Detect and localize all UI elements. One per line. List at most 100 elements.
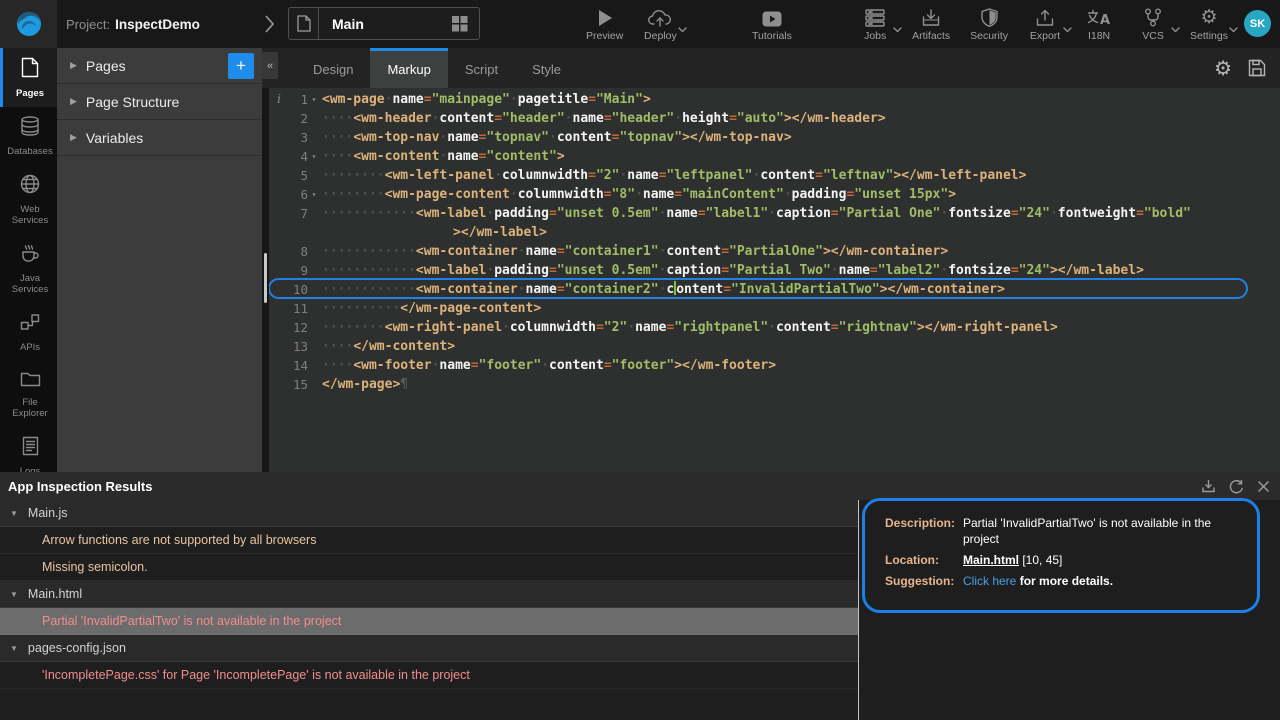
explorer-section-label: Variables [86,130,143,146]
click-here-link[interactable]: Click here [963,574,1016,588]
tab-markup[interactable]: Markup [370,48,447,88]
inspection-group-pages-config-json[interactable]: ▼pages-config.json [0,635,858,662]
topbar-action-security[interactable]: Security [970,7,1008,42]
explorer-section-pages[interactable]: ▶Pages+ [57,48,262,84]
code-text: ····<wm-footer·name="footer"·content="fo… [320,356,776,375]
code-line[interactable]: 12········<wm-right-panel·columnwidth="2… [262,318,1280,337]
code-line[interactable]: 15</wm-page>¶ [262,375,1280,394]
markup-settings-gear-icon[interactable]: ⚙ [1214,58,1232,78]
inspection-result-row[interactable]: 'IncompletePage.css' for Page 'Incomplet… [0,662,858,689]
code-line[interactable]: 3····<wm-top-nav·name="topnav"·content="… [262,128,1280,147]
code-line[interactable]: 5 ········<wm-left-panel·columnwidth="2"·… [262,166,1280,185]
wavemaker-logo[interactable] [0,0,57,48]
editor-toolbar: ⚙ [1214,48,1266,88]
topbar-action-artifacts[interactable]: Artifacts [912,7,950,42]
location-file-link[interactable]: Main.html [963,553,1019,567]
tab-script[interactable]: Script [448,48,515,88]
suggestion-text: for more details. [1020,574,1113,588]
topbar-action-vcs[interactable]: VCS [1136,7,1170,42]
inspection-group-main-js[interactable]: ▼Main.js [0,500,858,527]
shield-icon [981,7,998,27]
topbar-action-preview[interactable]: Preview [586,7,623,42]
location-position: [10, 45] [1022,553,1062,567]
code-line[interactable]: 9············<wm-label·padding="unset 0.… [262,261,1280,280]
description-label: Description: [885,515,963,547]
refresh-icon[interactable] [1229,479,1244,494]
fold-arrow-icon[interactable]: ▾ [308,147,320,166]
fold-arrow-icon [308,356,320,375]
line-number [286,223,308,242]
location-label: Location: [885,552,963,568]
page-selector[interactable]: Main [288,7,480,40]
fold-arrow-icon[interactable]: ▾ [308,185,320,204]
explorer-section-variables[interactable]: ▶Variables [57,120,262,156]
inspection-group-main-html[interactable]: ▼Main.html [0,581,858,608]
line-number: 3 [286,128,308,147]
code-text: ></wm-label> [320,223,547,242]
code-line[interactable]: i1▾<wm-page·name="mainpage"·pagetitle="M… [262,90,1280,109]
sidebar-item-web-services[interactable]: Web Services [0,165,57,234]
code-line[interactable]: 13····</wm-content> [262,337,1280,356]
tab-style[interactable]: Style [515,48,578,88]
code-line[interactable]: 14····<wm-footer·name="footer"·content="… [262,356,1280,375]
topbar-action-jobs[interactable]: Jobs [858,7,892,42]
line-number: 5 [286,166,308,185]
chevron-down-icon [893,20,902,38]
topbar-action-settings[interactable]: ⚙Settings [1190,7,1228,42]
explorer-section-label: Page Structure [86,94,179,110]
code-text: ············<wm-label·padding="unset 0.5… [320,204,1191,223]
code-line[interactable]: 8············<wm-container·name="contain… [262,242,1280,261]
tool-actions: Jobs Artifacts Security Export AI18N VCS ⚙Sett… [858,7,1228,42]
tab-design[interactable]: Design [296,48,370,88]
code-line[interactable]: ></wm-label> [262,223,1280,242]
code-text: ··········</wm-page-content> [320,299,541,318]
code-line[interactable]: 6▾········<wm-page-content·columnwidth="… [262,185,1280,204]
code-editor[interactable]: i1▾<wm-page·name="mainpage"·pagetitle="M… [262,88,1280,472]
topbar-action-label: Preview [586,30,623,42]
user-avatar[interactable]: SK [1244,10,1271,37]
code-line[interactable]: 4▾····<wm-content·name="content"> [262,147,1280,166]
inspection-result-row[interactable]: Partial 'InvalidPartialTwo' is not avail… [0,608,858,635]
topbar-action-label: Settings [1190,30,1228,42]
topbar-action-i18n[interactable]: AI18N [1082,7,1116,42]
scrollbar-thumb[interactable] [264,253,267,303]
explorer-section-label: Pages [86,58,126,74]
gutter-info-icon [272,356,286,375]
sidebar-item-label: File Explorer [3,397,57,419]
topbar-action-label: Deploy [644,30,677,42]
topbar-action-export[interactable]: Export [1028,7,1062,42]
sidebar-item-file-explorer[interactable]: File Explorer [0,361,57,427]
add-page-button[interactable]: + [228,53,254,79]
gutter-info-icon [272,375,286,394]
topbar-action-tutorials[interactable]: Tutorials [752,7,792,42]
download-icon[interactable] [1201,479,1216,494]
fold-arrow-icon[interactable]: ▾ [308,90,320,109]
explorer-section-page-structure[interactable]: ▶Page Structure [57,84,262,120]
description-value: Partial 'InvalidPartialTwo' is not avail… [963,515,1243,547]
save-icon[interactable] [1248,59,1266,77]
gutter-info-icon [272,261,286,280]
topbar-action-deploy[interactable]: Deploy [643,7,677,42]
close-icon[interactable] [1257,480,1270,493]
code-line[interactable]: 11··········</wm-page-content> [262,299,1280,318]
line-number: 6 [286,185,308,204]
fold-arrow-icon [308,204,320,223]
inspection-result-row[interactable]: Arrow functions are not supported by all… [0,527,858,554]
sidebar-item-java-services[interactable]: Java Services [0,234,57,303]
code-line[interactable]: 2····<wm-header·content="header"·name="h… [262,109,1280,128]
topbar-action-label: Security [970,30,1008,42]
inspection-result-row[interactable]: Missing semicolon. [0,554,858,581]
collapse-panel-button[interactable]: « [262,52,278,79]
sidebar-item-databases[interactable]: Databases [0,107,57,165]
fold-arrow-icon [308,166,320,185]
grid-icon[interactable] [439,8,479,39]
code-line[interactable]: 7············<wm-label·padding="unset 0.… [262,204,1280,223]
panel-scrollbar [262,88,269,472]
code-text: ········<wm-left-panel·columnwidth="2"·n… [320,166,1026,185]
database-icon [20,116,40,141]
code-line[interactable]: 10············<wm-container·name="contai… [262,280,1280,299]
line-number: 10 [286,280,308,299]
sidebar-item-apis[interactable]: APIs [0,303,57,361]
fold-arrow-icon [308,242,320,261]
sidebar-item-pages[interactable]: Pages [0,48,57,107]
